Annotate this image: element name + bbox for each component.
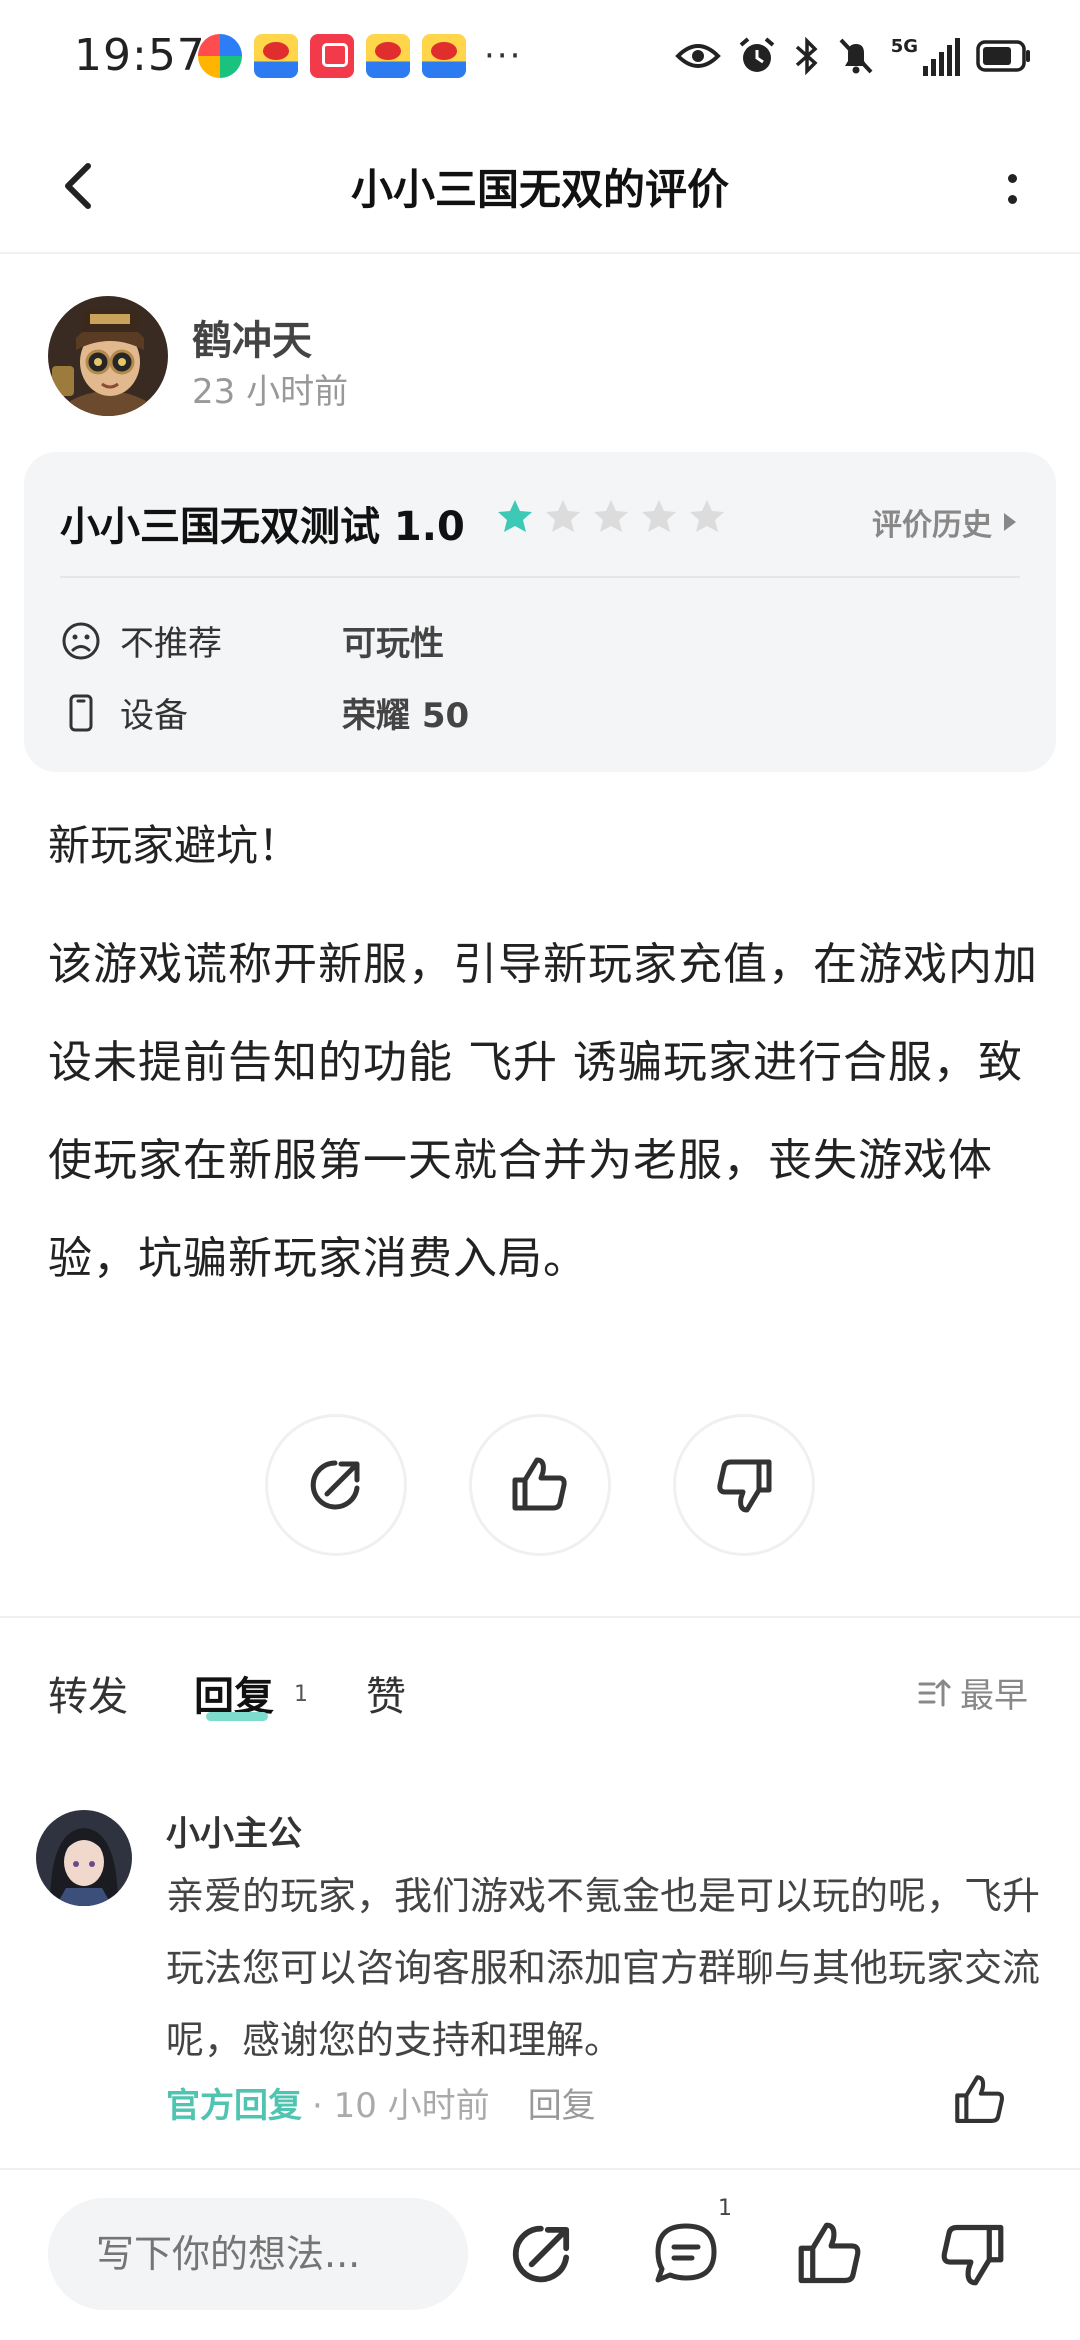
rating-stars xyxy=(496,498,726,536)
reply-like-button[interactable] xyxy=(950,2070,1010,2130)
active-tab-indicator xyxy=(206,1712,268,1721)
phone-icon xyxy=(69,694,93,731)
card-divider xyxy=(60,576,1020,578)
sad-face-icon xyxy=(62,622,100,659)
reply-text: 亲爱的玩家，我们游戏不氪金也是可以玩的呢，飞升玩法您可以咨询客服和添加官方群聊与… xyxy=(166,1874,1041,2062)
reply-action-link[interactable]: 回复 xyxy=(528,2078,596,2127)
recommend-label: 不推荐 xyxy=(120,624,222,664)
thumbs-down-icon xyxy=(941,2224,1004,2286)
thumbs-up-icon xyxy=(955,2075,1004,2123)
device-row: 设备 荣耀 50 xyxy=(60,688,469,737)
video-app-icon xyxy=(310,34,354,78)
mute-bell-icon xyxy=(839,38,873,74)
avatar-image xyxy=(48,296,168,416)
dislike-button[interactable] xyxy=(673,1414,815,1556)
reply-meta: 官方回复 · 10 小时前 回复 xyxy=(166,2078,596,2127)
star-empty-icon xyxy=(546,500,580,532)
avatar-image xyxy=(36,1810,132,1906)
comment-count-badge: 1 xyxy=(718,2196,732,2221)
dot xyxy=(1007,174,1017,183)
dot xyxy=(1007,195,1017,204)
like-button[interactable] xyxy=(469,1414,611,1556)
reply-author-name[interactable]: 小小主公 xyxy=(166,1806,302,1855)
bottom-divider xyxy=(0,2168,1080,2170)
author-avatar[interactable] xyxy=(48,296,168,416)
game-title[interactable]: 小小三国无双测试 1.0 xyxy=(60,494,465,552)
page-title: 小小三国无双的评价 xyxy=(350,165,729,214)
official-reply-tag: 官方回复 xyxy=(166,2086,302,2126)
comment-icon xyxy=(655,2223,717,2283)
bottom-share-button[interactable] xyxy=(504,2216,580,2292)
share-button[interactable] xyxy=(265,1414,407,1556)
share-icon xyxy=(310,1460,360,1510)
reply-avatar[interactable] xyxy=(36,1810,132,1906)
share-icon xyxy=(512,2225,570,2283)
rating-history-link[interactable]: 评价历史 xyxy=(872,500,1016,544)
status-bar: 19:57 ··· 5G xyxy=(0,0,1080,120)
rating-history-label: 评价历史 xyxy=(872,508,992,543)
thumbs-up-icon xyxy=(512,1457,567,1511)
sort-label: 最早 xyxy=(960,1676,1028,1716)
device-label: 设备 xyxy=(120,696,188,736)
eye-icon xyxy=(674,44,721,68)
more-options-button[interactable] xyxy=(992,154,1032,224)
review-title: 新玩家避坑！ xyxy=(48,821,301,870)
notification-icons: ··· xyxy=(198,34,522,78)
bluetooth-icon xyxy=(795,36,818,76)
star-empty-icon xyxy=(690,500,724,532)
triangle-right-icon xyxy=(1004,513,1016,531)
app-header: 小小三国无双的评价 xyxy=(0,120,1080,254)
weibo-app-icon xyxy=(254,34,298,78)
alarm-icon xyxy=(739,37,774,72)
thumbs-down-icon xyxy=(717,1459,772,1513)
sort-icon xyxy=(918,1679,951,1706)
thumbs-up-icon xyxy=(798,2222,861,2284)
section-divider xyxy=(0,1616,1080,1618)
sort-button[interactable]: 最早 xyxy=(916,1668,1028,1717)
device-value: 荣耀 50 xyxy=(342,696,470,736)
bottom-dislike-button[interactable] xyxy=(934,2216,1010,2292)
star-empty-icon xyxy=(642,500,676,532)
review-body: 该游戏谎称开新服，引导新玩家充值，在游戏内加设未提前告知的功能 飞升 诱骗玩家进… xyxy=(48,939,1038,1284)
battery-icon xyxy=(976,40,1030,72)
star-empty-icon xyxy=(594,500,628,532)
weibo-app-icon xyxy=(366,34,410,78)
tab-forward[interactable]: 转发 xyxy=(48,1664,128,1722)
system-icons: 5G xyxy=(674,36,1032,76)
recommend-value: 可玩性 xyxy=(342,624,444,664)
review-timestamp: 23 小时前 xyxy=(192,372,349,412)
more-notifications-icon: ··· xyxy=(484,36,523,76)
status-time: 19:57 xyxy=(74,30,206,81)
quark-app-icon xyxy=(198,34,242,78)
bottom-like-button[interactable] xyxy=(792,2216,868,2292)
game-info-card: 小小三国无双测试 1.0 评价历史 不推荐 可玩性 设备 荣耀 50 xyxy=(24,452,1056,772)
signal-indicator: 5G xyxy=(891,36,960,76)
star-filled-icon xyxy=(498,500,532,532)
comment-input[interactable] xyxy=(48,2198,468,2310)
recommend-row: 不推荐 可玩性 xyxy=(60,616,444,665)
reply-timestamp: · 10 小时前 xyxy=(312,2086,490,2126)
tab-like[interactable]: 赞 xyxy=(366,1664,406,1722)
author-name[interactable]: 鹤冲天 xyxy=(192,308,312,366)
network-type: 5G xyxy=(890,36,918,57)
weibo-app-icon xyxy=(422,34,466,78)
bottom-comment-button[interactable] xyxy=(648,2216,724,2292)
reply-count-badge: 1 xyxy=(294,1682,308,1707)
